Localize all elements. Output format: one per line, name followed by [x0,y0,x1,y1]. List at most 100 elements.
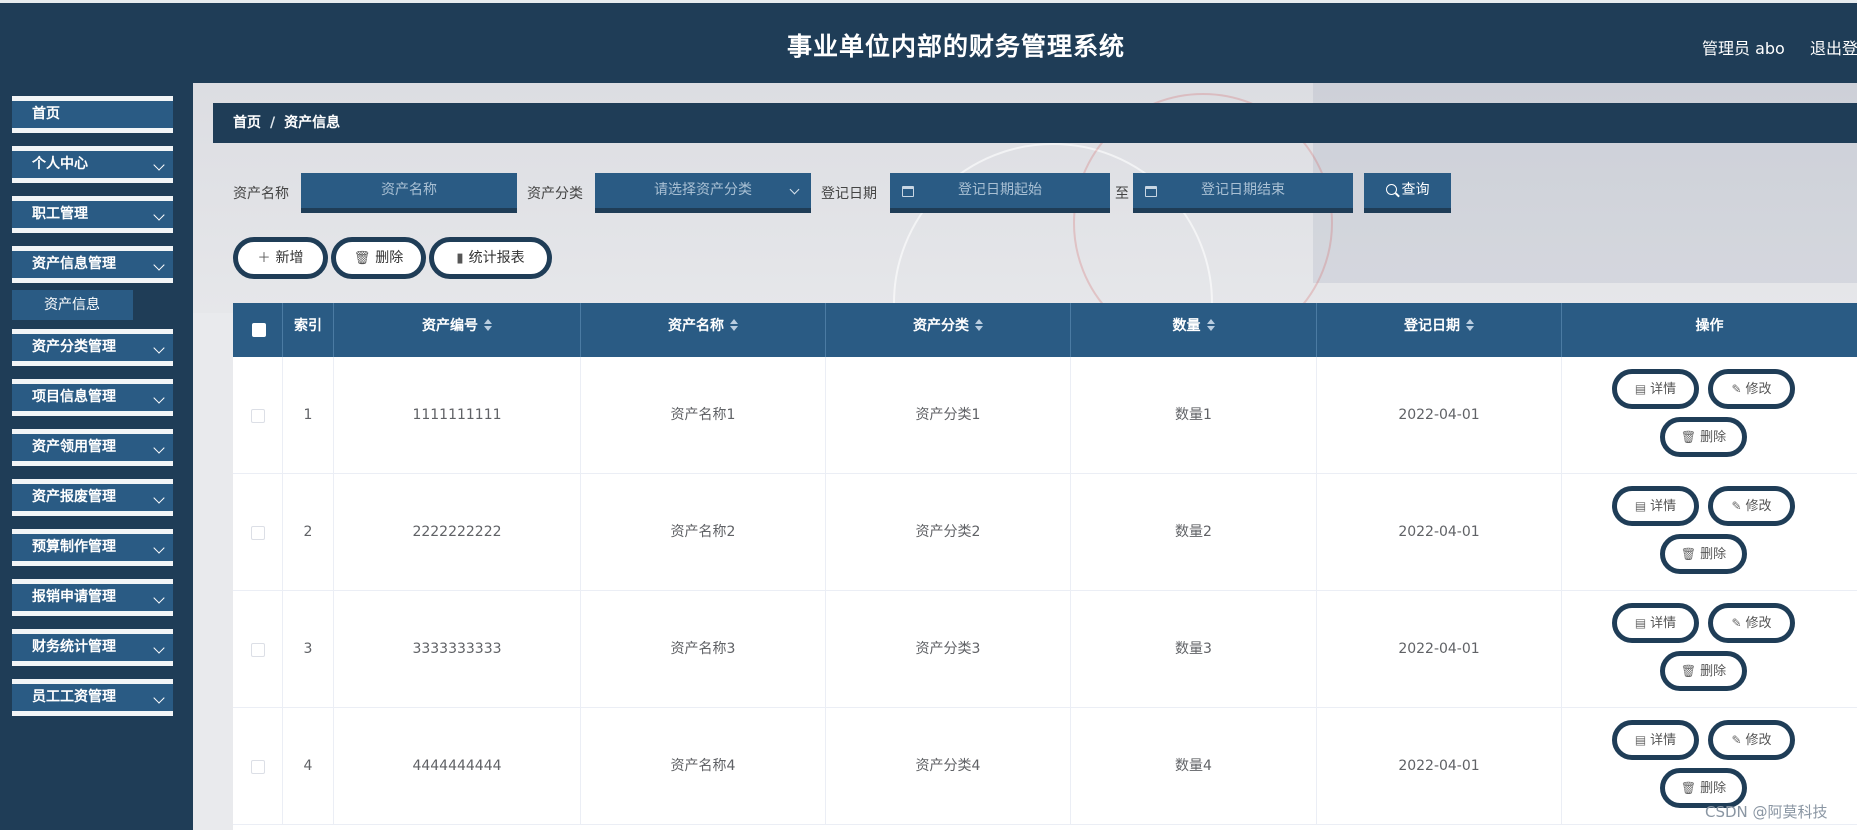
cell-quantity: 数量4 [1071,708,1317,825]
row-delete-button[interactable]: 🗑 删除 [1660,651,1747,691]
sidebar-item-label: 首页 [32,106,60,122]
header-asset-category[interactable]: 资产分类 [826,303,1071,357]
sidebar-item-asset-use[interactable]: 资产领用管理 [12,429,173,466]
header-label: 资产名称 [668,318,724,334]
logout-link[interactable]: 退出登 [1810,35,1857,59]
table-header: 索引 资产编号 资产名称 资产分类 数量 登记日期 操作 [233,303,1857,357]
row-delete-button-label: 删除 [1700,547,1727,562]
sidebar-item-label: 资产信息管理 [32,256,116,272]
sidebar-item-personal-center[interactable]: 个人中心 [12,146,173,183]
detail-button[interactable]: ▤ 详情 [1612,486,1699,526]
table-row: 4 4444444444 资产名称4 资产分类4 数量4 2022-04-01 … [233,708,1857,825]
edit-button[interactable]: ✎ 修改 [1708,486,1795,526]
header-quantity[interactable]: 数量 [1071,303,1317,357]
cell-asset-category: 资产分类2 [826,474,1071,591]
delete-button[interactable]: 🗑 删除 [331,237,426,279]
edit-button[interactable]: ✎ 修改 [1708,720,1795,760]
sidebar-item-finance-stats[interactable]: 财务统计管理 [12,629,173,666]
table-row: 1 1111111111 资产名称1 资产分类1 数量1 2022-04-01 … [233,357,1857,474]
chevron-down-icon [153,392,165,404]
cell-asset-category: 资产分类3 [826,591,1071,708]
sidebar-item-project[interactable]: 项目信息管理 [12,379,173,416]
sidebar-subitem-asset-info[interactable]: 资产信息 [12,290,133,320]
header-label: 资产编号 [422,318,478,334]
header-asset-name[interactable]: 资产名称 [581,303,826,357]
add-button[interactable]: ＋ 新增 [233,237,328,279]
detail-button[interactable]: ▤ 详情 [1612,603,1699,643]
plus-icon: ＋ [257,251,271,266]
select-cell [233,357,283,474]
sidebar-item-label: 报销申请管理 [32,589,116,605]
cell-register-date: 2022-04-01 [1317,591,1562,708]
row-delete-button-label: 删除 [1700,664,1727,679]
sidebar-item-reimbursement[interactable]: 报销申请管理 [12,579,173,616]
bar-chart-icon: ▮ [456,251,464,266]
chevron-down-icon [789,184,800,195]
chevron-down-icon [153,259,165,271]
row-delete-button[interactable]: 🗑 删除 [1660,417,1747,457]
row-checkbox[interactable] [251,643,265,657]
register-date-label: 登记日期 [821,186,877,202]
sidebar-item-asset-scrap[interactable]: 资产报废管理 [12,479,173,516]
header-label: 资产分类 [913,318,969,334]
header-register-date[interactable]: 登记日期 [1317,303,1562,357]
detail-button-label: 详情 [1650,733,1677,748]
cell-quantity: 数量2 [1071,474,1317,591]
cell-register-date: 2022-04-01 [1317,474,1562,591]
sidebar-item-label: 资产领用管理 [32,439,116,455]
asset-name-label: 资产名称 [233,186,289,202]
asset-name-input[interactable]: 资产名称 [301,173,517,213]
detail-button[interactable]: ▤ 详情 [1612,720,1699,760]
sidebar-item-home[interactable]: 首页 [12,96,173,133]
cell-operations: ▤ 详情 ✎ 修改 🗑 删除 [1562,357,1857,474]
trash-icon: 🗑 [1680,547,1697,561]
select-cell [233,474,283,591]
row-delete-button[interactable]: 🗑 删除 [1660,534,1747,574]
breadcrumb-home[interactable]: 首页 [233,115,261,131]
sidebar-item-label: 资产报废管理 [32,489,116,505]
row-checkbox[interactable] [251,526,265,540]
cell-index: 2 [283,474,334,591]
breadcrumb-current: 资产信息 [284,115,341,131]
trash-icon: 🗑 [1680,664,1697,678]
row-delete-button-label: 删除 [1700,781,1727,796]
register-date-end-input[interactable]: 登记日期结束 [1133,173,1353,213]
cell-asset-code: 1111111111 [334,357,581,474]
detail-button[interactable]: ▤ 详情 [1612,369,1699,409]
sidebar-item-label: 职工管理 [32,206,88,222]
top-header: 事业单位内部的财务管理系统 管理员 abo 退出登 [0,0,1857,83]
sidebar-item-staff[interactable]: 职工管理 [12,196,173,233]
cell-index: 3 [283,591,334,708]
sidebar-item-label: 员工工资管理 [32,689,116,705]
cell-asset-name: 资产名称2 [581,474,826,591]
edit-button[interactable]: ✎ 修改 [1708,603,1795,643]
report-button[interactable]: ▮ 统计报表 [429,237,552,279]
cell-index: 4 [283,708,334,825]
sort-icon [975,319,983,331]
select-all-checkbox[interactable] [252,323,266,337]
breadcrumb: 首页 / 资产信息 [213,103,1857,143]
detail-button-label: 详情 [1650,499,1677,514]
cell-register-date: 2022-04-01 [1317,357,1562,474]
register-date-end-placeholder: 登记日期结束 [1201,182,1285,198]
header-label: 登记日期 [1404,318,1460,334]
register-date-start-input[interactable]: 登记日期起始 [890,173,1110,213]
query-button[interactable]: 查询 [1364,173,1451,213]
sidebar-item-asset-category[interactable]: 资产分类管理 [12,329,173,366]
chevron-down-icon [153,642,165,654]
sidebar-item-budget[interactable]: 预算制作管理 [12,529,173,566]
header-asset-code[interactable]: 资产编号 [334,303,581,357]
asset-category-select[interactable]: 请选择资产分类 [595,173,811,213]
chevron-down-icon [153,209,165,221]
sidebar-item-label: 资产分类管理 [32,339,116,355]
main-content: 首页 / 资产信息 资产名称 资产名称 资产分类 请选择资产分类 登记日期 登记日期… [193,83,1857,830]
sidebar-item-label: 预算制作管理 [32,539,116,555]
row-checkbox[interactable] [251,409,265,423]
add-button-label: 新增 [275,250,304,266]
edit-button[interactable]: ✎ 修改 [1708,369,1795,409]
row-checkbox[interactable] [251,760,265,774]
cell-asset-name: 资产名称4 [581,708,826,825]
chevron-down-icon [153,592,165,604]
sidebar-item-asset-info[interactable]: 资产信息管理 [12,246,173,283]
sidebar-item-salary[interactable]: 员工工资管理 [12,679,173,716]
